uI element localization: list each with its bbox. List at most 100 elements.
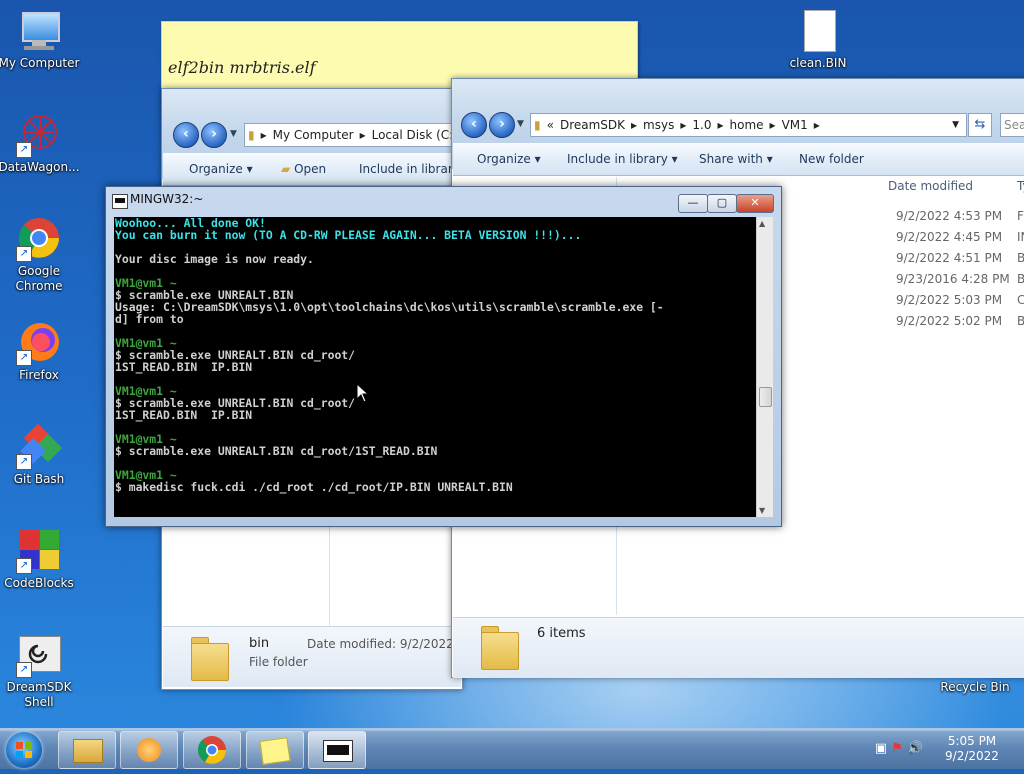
console-line: 1ST_READ.BIN IP.BIN [115, 360, 253, 374]
scroll-up-icon[interactable]: ▲ [759, 219, 765, 228]
address-segment[interactable]: home [730, 118, 764, 132]
close-button[interactable]: ✕ [736, 194, 774, 213]
clock-time: 5:05 PM [947, 734, 997, 748]
action-center-icon[interactable]: ⚑ [891, 741, 903, 756]
organize-menu[interactable]: Organize ▾ [477, 143, 541, 175]
address-bar[interactable]: ▮ « DreamSDK ▸ msys ▸ 1.0 ▸ home ▸ VM1 ▸ ▼ [530, 113, 967, 137]
file-row[interactable]: 9/23/2016 4:28 PM BI [896, 272, 1024, 293]
mouse-cursor-icon [356, 383, 370, 403]
taskbar-console-button[interactable] [308, 731, 366, 769]
desktop-icon-datawagon[interactable]: ↗ DataWagon... [0, 112, 84, 175]
new-folder-button[interactable]: New folder [799, 143, 864, 175]
address-segment[interactable]: My Computer [273, 128, 354, 142]
forward-button[interactable]: › [201, 122, 227, 148]
open-button[interactable]: ▰ Open [281, 153, 326, 185]
file-row[interactable]: 9/2/2022 5:02 PM BI [896, 314, 1024, 335]
maximize-button[interactable]: ▢ [707, 194, 737, 213]
console-output[interactable]: Woohoo... All done OK! You can burn it n… [114, 217, 756, 517]
taskbar-chrome-button[interactable] [183, 731, 241, 769]
file-date: 9/2/2022 5:02 PM [896, 314, 1003, 328]
desktop-icon-clean-bin[interactable]: clean.BIN [773, 8, 863, 71]
scroll-thumb[interactable] [759, 387, 772, 407]
file-row[interactable]: 9/2/2022 4:53 PM Fi [896, 209, 1024, 230]
console-app-icon [112, 194, 128, 209]
include-in-library-menu[interactable]: Include in library ▾ [567, 143, 678, 175]
file-date: 9/2/2022 4:53 PM [896, 209, 1003, 223]
minimize-button[interactable]: — [678, 194, 708, 213]
back-button[interactable]: ‹ [461, 112, 487, 138]
file-date: 9/2/2022 5:03 PM [896, 293, 1003, 307]
file-type: BI [1017, 314, 1024, 328]
search-input[interactable]: Sea [1000, 113, 1024, 137]
scroll-down-icon[interactable]: ▼ [759, 506, 765, 515]
console-window[interactable]: MINGW32:~ — ▢ ✕ Woohoo... All done OK! Y… [105, 186, 782, 527]
refresh-button[interactable]: ⇆ [968, 113, 992, 137]
file-list: 9/2/2022 4:53 PMFi9/2/2022 4:45 PMIN9/2/… [896, 209, 1024, 335]
desktop-icon-dreamsdk-shell[interactable]: ↗ DreamSDK Shell [0, 632, 84, 710]
recent-pages-icon[interactable]: ▼ [517, 119, 524, 129]
console-line: d] from to [115, 312, 184, 326]
column-header-type[interactable]: Ty [1017, 179, 1024, 193]
desktop-icon-git-bash[interactable]: ↗ Git Bash [0, 423, 84, 487]
media-player-icon [137, 738, 161, 762]
chevron-right-icon: ▸ [680, 118, 687, 132]
file-row[interactable]: 9/2/2022 4:45 PM IN [896, 230, 1024, 251]
share-with-menu[interactable]: Share with ▾ [699, 143, 773, 175]
details-pane: bin File folder Date modified: 9/2/2022 … [163, 626, 469, 687]
desktop-icon-recycle-bin[interactable]: Recycle Bin [930, 680, 1020, 695]
address-segment[interactable]: msys [643, 118, 674, 132]
chrome-icon: ↗ [16, 216, 62, 262]
address-overflow[interactable]: « [547, 118, 554, 132]
desktop-icon-label: Recycle Bin [940, 680, 1010, 694]
desktop-icon-codeblocks[interactable]: ↗ CodeBlocks [0, 528, 84, 591]
console-line: $ scramble.exe UNREALT.BIN cd_root/1ST_R… [115, 444, 438, 458]
chevron-right-icon: ▸ [631, 118, 638, 132]
desktop-icon-my-computer[interactable]: My Computer [0, 8, 84, 71]
address-segment[interactable]: DreamSDK [560, 118, 625, 132]
navigation-pane[interactable] [171, 526, 330, 626]
taskbar-sticky-notes-button[interactable] [246, 731, 304, 769]
address-segment[interactable]: Local Disk (C: [372, 128, 454, 142]
file-row[interactable]: 9/2/2022 4:51 PM BI [896, 251, 1024, 272]
desktop-icon-label: My Computer [0, 56, 80, 70]
desktop-icon-chrome[interactable]: ↗ Google Chrome [0, 216, 84, 294]
console-line: You can burn it now (TO A CD-RW PLEASE A… [115, 228, 582, 242]
clock-date: 9/2/2022 [945, 749, 999, 763]
taskbar-media-player-button[interactable] [120, 731, 178, 769]
file-type: C [1017, 293, 1024, 307]
console-line: Usage: C:\DreamSDK\msys\1.0\opt\toolchai… [115, 300, 664, 314]
sticky-notes-icon [259, 737, 291, 765]
file-row[interactable]: 9/2/2022 5:03 PM C [896, 293, 1024, 314]
desktop-icon-firefox[interactable]: ↗ Firefox [0, 320, 84, 383]
network-icon[interactable]: ▣ [875, 741, 887, 756]
selected-item-type: File folder [249, 655, 308, 669]
clock[interactable]: 5:05 PM 9/2/2022 [936, 729, 1008, 774]
file-date: 9/2/2022 4:51 PM [896, 251, 1003, 265]
file-date: 9/23/2016 4:28 PM [896, 272, 1010, 286]
address-dropdown-icon[interactable]: ▼ [952, 114, 959, 136]
address-bar[interactable]: ▮ ▸ My Computer ▸ Local Disk (C: [244, 123, 476, 147]
console-scrollbar[interactable]: ▲ ▼ [756, 217, 773, 517]
include-in-library-menu[interactable]: Include in library [359, 153, 460, 185]
notification-area[interactable]: ▣ ⚑ 🔊 [864, 729, 934, 769]
desktop-icon-label: clean.BIN [789, 56, 847, 70]
item-count: 6 items [537, 626, 586, 641]
forward-button[interactable]: › [489, 112, 515, 138]
organize-menu[interactable]: Organize ▾ [189, 153, 253, 185]
address-segment[interactable]: VM1 [782, 118, 808, 132]
start-button[interactable] [6, 732, 42, 768]
console-line: Your disc image is now ready. [115, 252, 314, 266]
column-header-date-modified[interactable]: Date modified [888, 179, 973, 193]
back-button[interactable]: ‹ [173, 122, 199, 148]
desktop-icon-label: DataWagon... [0, 160, 80, 174]
taskbar-explorer-button[interactable] [58, 731, 116, 769]
console-line: 1ST_READ.BIN IP.BIN [115, 408, 253, 422]
address-segment[interactable]: 1.0 [692, 118, 711, 132]
volume-icon[interactable]: 🔊 [907, 741, 923, 756]
folder-icon: ▮ [534, 118, 541, 132]
recent-pages-icon[interactable]: ▼ [230, 129, 237, 139]
folder-large-icon [191, 635, 229, 681]
explorer-icon [73, 739, 103, 763]
chevron-right-icon: ▸ [769, 118, 776, 132]
sticky-note-text: elf2bin mrbtris.elf [168, 58, 316, 77]
